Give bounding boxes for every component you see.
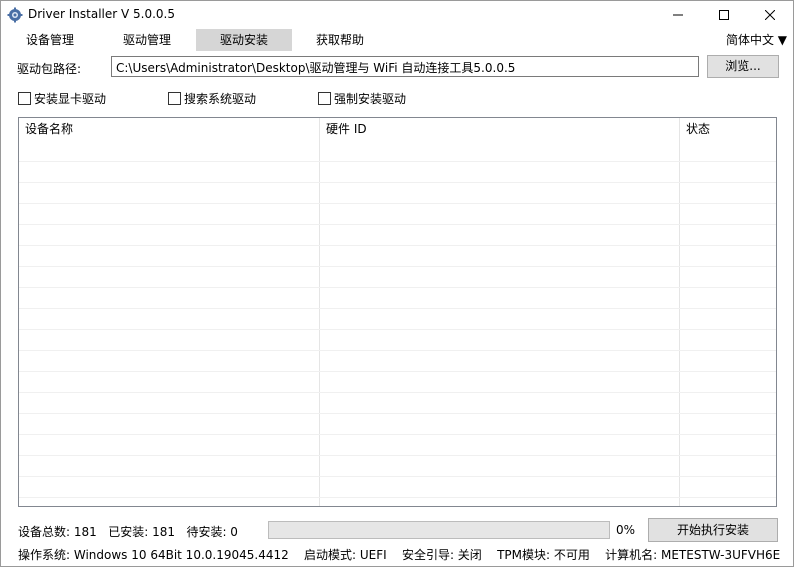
checkbox-label: 安装显卡驱动	[34, 91, 107, 106]
column-divider	[679, 118, 680, 506]
column-header-hardware-id[interactable]: 硬件 ID	[320, 118, 680, 140]
column-header-device-name[interactable]: 设备名称	[19, 118, 319, 140]
driver-path-label: 驱动包路径:	[17, 62, 82, 76]
status-computer-name: 计算机名: METESTW-3UFVH6E	[605, 548, 781, 562]
maximize-icon	[719, 10, 729, 20]
status-os: 操作系统: Windows 10 64Bit 10.0.19045.4412	[18, 548, 289, 562]
install-progress-bar	[268, 521, 610, 539]
status-boot-mode: 启动模式: UEFI	[304, 548, 387, 562]
grid-row-line	[19, 497, 776, 498]
grid-row-line	[19, 476, 776, 477]
gear-icon	[7, 7, 23, 23]
checkbox-label: 强制安装驱动	[334, 91, 407, 106]
column-header-status[interactable]: 状态	[680, 118, 776, 140]
grid-row-line	[19, 413, 776, 414]
main-window: Driver Installer V 5.0.0.5 设备管理 驱动管理 驱动安…	[0, 0, 794, 567]
force-install-driver-checkbox[interactable]: 强制安装驱动	[318, 91, 407, 106]
window-title: Driver Installer V 5.0.0.5	[28, 7, 175, 21]
device-table[interactable]: 设备名称 硬件 ID 状态	[18, 117, 777, 507]
grid-row-line	[19, 455, 776, 456]
progress-percent: 0%	[616, 523, 636, 537]
status-tpm: TPM模块: 不可用	[497, 548, 590, 562]
checkbox-box[interactable]	[168, 91, 181, 105]
grid-row-line	[19, 350, 776, 351]
maximize-button[interactable]	[701, 1, 747, 29]
grid-row-line	[19, 203, 776, 204]
close-button[interactable]	[747, 1, 793, 29]
grid-row-line	[19, 245, 776, 246]
column-divider	[319, 118, 320, 506]
close-icon	[765, 10, 775, 20]
minimize-icon	[673, 14, 683, 16]
grid-row-line	[19, 161, 776, 162]
checkbox-box[interactable]	[18, 91, 31, 105]
grid-row-line	[19, 392, 776, 393]
checkbox-label: 搜索系统驱动	[184, 91, 257, 106]
install-gpu-driver-checkbox[interactable]: 安装显卡驱动	[18, 91, 107, 106]
language-selector[interactable]: 简体中文 ▼	[726, 29, 787, 51]
tab-get-help[interactable]: 获取帮助	[294, 29, 386, 51]
checkbox-box[interactable]	[318, 91, 331, 105]
tab-bar: 设备管理 驱动管理 驱动安装 获取帮助 简体中文 ▼	[1, 29, 793, 51]
grid-row-line	[19, 287, 776, 288]
tab-device-management[interactable]: 设备管理	[5, 29, 95, 51]
device-stats: 设备总数: 181 已安装: 181 待安装: 0	[18, 523, 238, 540]
grid-row-line	[19, 371, 776, 372]
status-bar: 操作系统: Windows 10 64Bit 10.0.19045.4412 启…	[18, 546, 780, 563]
device-pending: 待安装: 0	[186, 525, 238, 539]
tab-driver-install[interactable]: 驱动安装	[196, 29, 292, 51]
device-total: 设备总数: 181	[18, 525, 97, 539]
grid-row-line	[19, 182, 776, 183]
status-secure-boot: 安全引导: 关闭	[401, 548, 482, 562]
driver-path-input[interactable]: C:\Users\Administrator\Desktop\驱动管理与 WiF…	[111, 56, 699, 77]
grid-row-line	[19, 329, 776, 330]
grid-row-line	[19, 308, 776, 309]
grid-row-line	[19, 266, 776, 267]
device-installed: 已安装: 181	[108, 525, 175, 539]
browse-button[interactable]: 浏览...	[707, 55, 779, 78]
grid-row-line	[19, 434, 776, 435]
start-install-button[interactable]: 开始执行安装	[648, 518, 778, 542]
minimize-button[interactable]	[655, 1, 701, 29]
tab-driver-management[interactable]: 驱动管理	[101, 29, 193, 51]
grid-row-line	[19, 224, 776, 225]
title-bar[interactable]: Driver Installer V 5.0.0.5	[1, 1, 793, 29]
search-system-driver-checkbox[interactable]: 搜索系统驱动	[168, 91, 257, 106]
